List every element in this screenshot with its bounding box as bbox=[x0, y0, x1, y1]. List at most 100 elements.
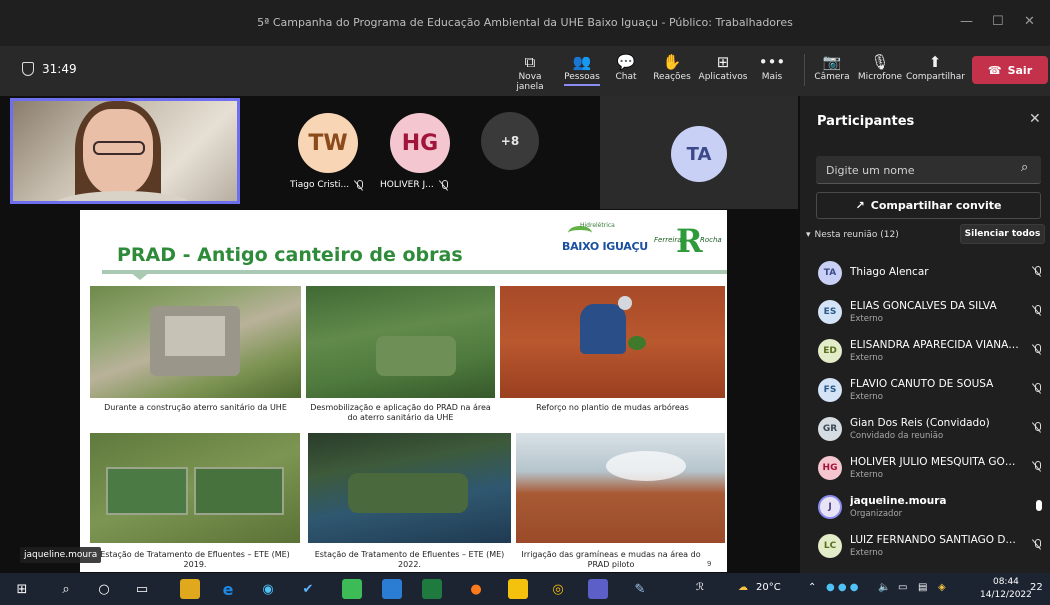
paint-icon[interactable]: ✎ bbox=[630, 579, 650, 599]
system-clock[interactable]: 08:44 14/12/2022 bbox=[980, 576, 1032, 602]
participant-role: Externo bbox=[850, 353, 883, 363]
window-title: 5ª Campanha do Programa de Educação Ambi… bbox=[257, 16, 793, 29]
people-tray-icon[interactable]: ℛ bbox=[696, 582, 704, 593]
excel-icon[interactable] bbox=[422, 579, 442, 599]
participant-row[interactable]: Jjaqueline.moura Organizador bbox=[800, 488, 1050, 527]
battery-icon[interactable]: ▭ bbox=[898, 582, 907, 593]
more-participants-tile[interactable]: +8 bbox=[481, 112, 539, 170]
participant-role: Externo bbox=[850, 314, 883, 324]
search-input[interactable] bbox=[826, 161, 1006, 179]
mute-all-button[interactable]: Silenciar todos bbox=[960, 224, 1045, 244]
close-window-button[interactable]: ✕ bbox=[1024, 14, 1035, 29]
caption-5: Estação de Tratamento de Efluentes – ETE… bbox=[314, 550, 505, 569]
in-meeting-section[interactable]: ▾ Nesta reunião (12) bbox=[806, 230, 899, 240]
meeting-timer: 31:49 bbox=[22, 62, 77, 76]
outlook-icon[interactable] bbox=[382, 579, 402, 599]
panel-title: Participantes bbox=[817, 114, 915, 129]
mic-off-icon bbox=[1033, 422, 1041, 432]
share-invite-button[interactable]: ↗ Compartilhar convite bbox=[816, 192, 1041, 219]
participant-name: jaqueline.moura bbox=[850, 495, 947, 507]
chart-app-icon[interactable] bbox=[508, 579, 528, 599]
mic-off-icon bbox=[1033, 461, 1041, 471]
task-view-icon[interactable]: ▭ bbox=[132, 579, 152, 599]
participant-avatar: LC bbox=[818, 534, 842, 558]
participant-role: Convidado da reunião bbox=[850, 431, 944, 441]
chat-button[interactable]: 💬 Chat bbox=[612, 52, 640, 82]
people-icon: 👥 bbox=[572, 53, 592, 71]
participant-name: HOLIVER JULIO MESQUITA GON... bbox=[850, 456, 1020, 468]
participant-row[interactable]: ES ELIAS GONCALVES DA SILVA Externo bbox=[800, 293, 1050, 332]
photo-ete-2022 bbox=[308, 433, 511, 543]
participant-tile-hg[interactable]: HG bbox=[390, 113, 450, 173]
mic-off-icon bbox=[1033, 383, 1041, 393]
security-icon[interactable]: ◈ bbox=[938, 582, 946, 593]
participants-panel: Participantes ✕ ⌕ ↗ Compartilhar convite… bbox=[800, 96, 1050, 573]
minimize-button[interactable]: — bbox=[960, 14, 973, 29]
caption-4: Estação de Tratamento de Efluentes – ETE… bbox=[100, 550, 290, 569]
caption-1: Durante a construção aterro sanitário da… bbox=[104, 403, 287, 412]
window-title-bar: 5ª Campanha do Programa de Educação Ambi… bbox=[0, 0, 1050, 46]
microphone-button[interactable]: 🎙 Microfone bbox=[856, 52, 904, 82]
participant-row[interactable]: FS FLAVIO CANUTO DE SOUSA Externo bbox=[800, 371, 1050, 410]
participant-avatar: GR bbox=[818, 417, 842, 441]
shield-icon bbox=[22, 62, 34, 76]
tray-chevron-icon[interactable]: ⌃ bbox=[808, 582, 816, 593]
participant-row[interactable]: GR Gian Dos Reis (Convidado) Convidado da … bbox=[800, 410, 1050, 449]
notifications-icon[interactable]: 22 bbox=[1030, 582, 1043, 593]
participant-row[interactable]: HG HOLIVER JULIO MESQUITA GON... Externo bbox=[800, 449, 1050, 488]
participant-list: TA Thiago Alencar ES ELIAS GONCALVES DA SIL… bbox=[800, 254, 1050, 566]
avatar-ta: TA bbox=[671, 126, 727, 182]
participant-avatar: ED bbox=[818, 339, 842, 363]
tray-app-icons[interactable]: ● ● ● bbox=[826, 582, 859, 593]
mic-off-icon: 🎙 bbox=[870, 53, 890, 71]
apps-button[interactable]: ⊞ Aplicativos bbox=[698, 52, 748, 82]
more-button[interactable]: ••• Mais bbox=[758, 52, 786, 82]
meeting-duration: 31:49 bbox=[42, 62, 77, 76]
mic-off-icon bbox=[1033, 344, 1041, 354]
network-icon[interactable]: ▤ bbox=[918, 582, 927, 593]
maximize-button[interactable]: ☐ bbox=[992, 14, 1004, 29]
cortana-icon[interactable]: ○ bbox=[94, 579, 114, 599]
participant-row[interactable]: TA Thiago Alencar bbox=[800, 254, 1050, 293]
share-button[interactable]: ⬆ Compartilhar bbox=[906, 52, 965, 82]
windows-start-icon[interactable]: ⊞ bbox=[12, 579, 32, 599]
new-window-button[interactable]: ⧉ Nova janela bbox=[508, 52, 552, 92]
meeting-toolbar: 31:49 ⧉ Nova janela 👥 Pessoas 💬 Chat ✋ R… bbox=[0, 46, 1050, 96]
presenter-name-tag: jaqueline.moura bbox=[20, 547, 102, 563]
edge-browser-icon[interactable]: e bbox=[218, 579, 238, 599]
photo-landfill-construction bbox=[90, 286, 301, 398]
presenter-video[interactable] bbox=[10, 98, 240, 204]
teams-icon[interactable] bbox=[588, 579, 608, 599]
participant-tile-tw[interactable]: TW bbox=[298, 113, 358, 173]
close-panel-icon[interactable]: ✕ bbox=[1029, 111, 1041, 127]
baixo-iguacu-logo: Hidrelétrica BAIXO IGUAÇU bbox=[562, 222, 648, 253]
checkmark-app-icon[interactable]: ✔ bbox=[298, 579, 318, 599]
search-icon[interactable]: ⌕ bbox=[56, 579, 76, 599]
participant-avatar: ES bbox=[818, 300, 842, 324]
camera-button[interactable]: 📷 Câmera bbox=[814, 52, 850, 82]
app-icon-green[interactable] bbox=[342, 579, 362, 599]
participant-search[interactable]: ⌕ bbox=[816, 156, 1041, 184]
leave-button[interactable]: ☎ Sair bbox=[972, 56, 1048, 84]
photo-irrigation bbox=[516, 433, 725, 543]
toolbar-divider bbox=[804, 54, 805, 86]
windows-taskbar: ⊞ ⌕ ○ ▭ e ◉ ✔ ● ◎ ✎ ℛ ☁ 20°C ⌃ ● ● ● 🔈 ▭… bbox=[0, 573, 1050, 605]
people-button[interactable]: 👥 Pessoas bbox=[562, 52, 602, 86]
chrome-icon[interactable]: ◎ bbox=[548, 579, 568, 599]
caret-down-icon: ▾ bbox=[806, 230, 811, 240]
firefox-icon[interactable]: ● bbox=[466, 579, 486, 599]
weather-temp[interactable]: 20°C bbox=[756, 582, 781, 593]
camera-off-icon: 📷 bbox=[822, 53, 842, 71]
chat-icon: 💬 bbox=[616, 53, 636, 71]
photo-ete-2019 bbox=[90, 433, 300, 543]
magnifier-icon[interactable]: ◉ bbox=[258, 579, 278, 599]
mic-on-icon bbox=[1036, 500, 1042, 511]
weather-icon: ☁ bbox=[738, 582, 748, 593]
shared-slide: PRAD - Antigo canteiro de obras Hidrelét… bbox=[80, 210, 727, 572]
tile-name-hg: HOLIVER J... bbox=[380, 180, 448, 190]
file-explorer-icon[interactable] bbox=[180, 579, 200, 599]
participant-row[interactable]: ED ELISANDRA APARECIDA VIANA ... Externo bbox=[800, 332, 1050, 371]
volume-icon[interactable]: 🔈 bbox=[878, 582, 890, 593]
participant-row[interactable]: LC LUIZ FERNANDO SANTIAGO DE ... Externo bbox=[800, 527, 1050, 566]
reactions-button[interactable]: ✋ Reações bbox=[652, 52, 692, 82]
